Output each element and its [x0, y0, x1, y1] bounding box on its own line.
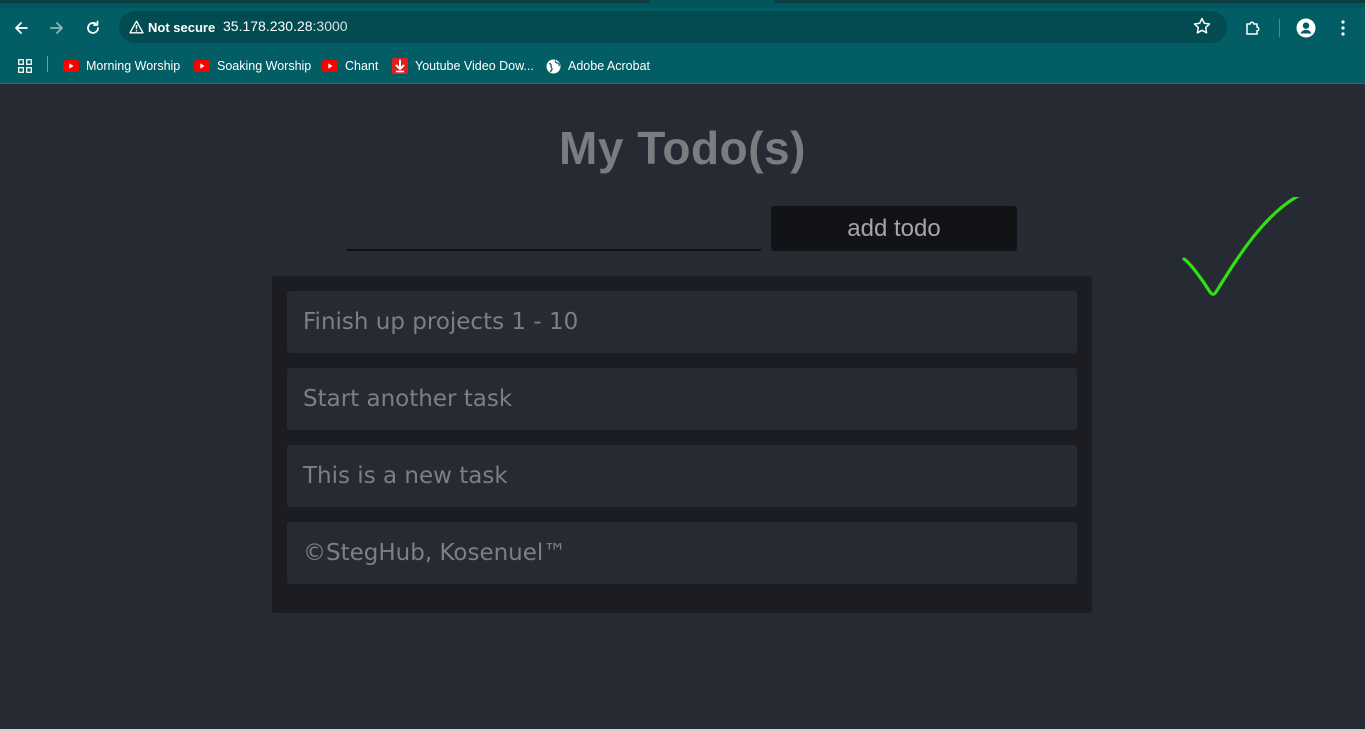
apps-grid-icon: [18, 59, 32, 73]
add-todo-button[interactable]: add todo: [771, 206, 1017, 251]
bookmarks-divider: [47, 56, 48, 72]
download-icon: [392, 58, 408, 74]
profile-icon: [1296, 18, 1316, 38]
todo-item[interactable]: This is a new task: [287, 445, 1077, 507]
bookmark-morning-worship[interactable]: Morning Worship: [63, 56, 180, 76]
reload-icon: [87, 20, 99, 34]
bookmark-label: Chant: [345, 59, 379, 73]
todo-item[interactable]: Start another task: [287, 368, 1077, 430]
tab-edge[interactable]: [0, 0, 650, 3]
bookmark-label: Morning Worship: [86, 59, 181, 73]
tab-strip: [0, 0, 1365, 8]
bookmark-youtube-video-downloader[interactable]: Youtube Video Dow...: [392, 56, 534, 76]
globe-icon: [546, 59, 561, 73]
star-icon: [1193, 17, 1211, 34]
bookmark-soaking-worship[interactable]: Soaking Worship: [194, 56, 311, 76]
todo-app: My Todo(s) add todo Finish up projects 1…: [0, 85, 1365, 730]
youtube-icon: [63, 60, 79, 72]
bookmark-star-button[interactable]: [1192, 16, 1212, 40]
puzzle-icon: [1246, 21, 1260, 35]
back-arrow-icon: [15, 22, 28, 34]
page-title: My Todo(s): [559, 122, 806, 174]
todo-item[interactable]: ©StegHub, Kosenuel™: [287, 522, 1077, 584]
todo-input[interactable]: [347, 225, 761, 251]
url-text[interactable]: 35.178.230.28:3000: [223, 18, 348, 34]
menu-button[interactable]: [1330, 15, 1356, 41]
todo-item[interactable]: Finish up projects 1 - 10: [287, 291, 1077, 353]
forward-arrow-icon: [50, 22, 63, 34]
kebab-menu-icon: [1341, 20, 1345, 36]
tab-edge[interactable]: [775, 0, 1365, 3]
forward-button[interactable]: [44, 15, 70, 41]
green-checkmark-annotation: [1182, 197, 1300, 296]
browser-toolbar: Not secure 35.178.230.28:3000: [0, 8, 1365, 48]
apps-button[interactable]: [18, 56, 32, 76]
bookmark-label: Adobe Acrobat: [568, 59, 651, 73]
youtube-icon: [194, 60, 210, 72]
url-host: 35.178.230.28: [223, 18, 313, 34]
bookmarks-bar: Morning Worship Soaking Worship Chant Yo…: [0, 48, 1365, 84]
bookmark-adobe-acrobat[interactable]: Adobe Acrobat: [546, 56, 650, 76]
back-button[interactable]: [8, 15, 34, 41]
url-port: :3000: [312, 18, 348, 34]
bookmark-chant[interactable]: Chant: [322, 56, 378, 76]
address-bar[interactable]: Not secure 35.178.230.28:3000: [119, 11, 1227, 43]
todo-list: Finish up projects 1 - 10 Start another …: [272, 276, 1092, 613]
reload-button[interactable]: [80, 15, 106, 41]
extensions-button[interactable]: [1240, 15, 1266, 41]
bookmark-label: Youtube Video Dow...: [415, 59, 534, 73]
security-label: Not secure: [148, 19, 216, 35]
youtube-icon: [322, 60, 338, 72]
toolbar-divider: [1279, 19, 1280, 37]
profile-button[interactable]: [1293, 15, 1319, 41]
warning-icon: [129, 20, 144, 34]
bookmark-label: Soaking Worship: [217, 59, 312, 73]
